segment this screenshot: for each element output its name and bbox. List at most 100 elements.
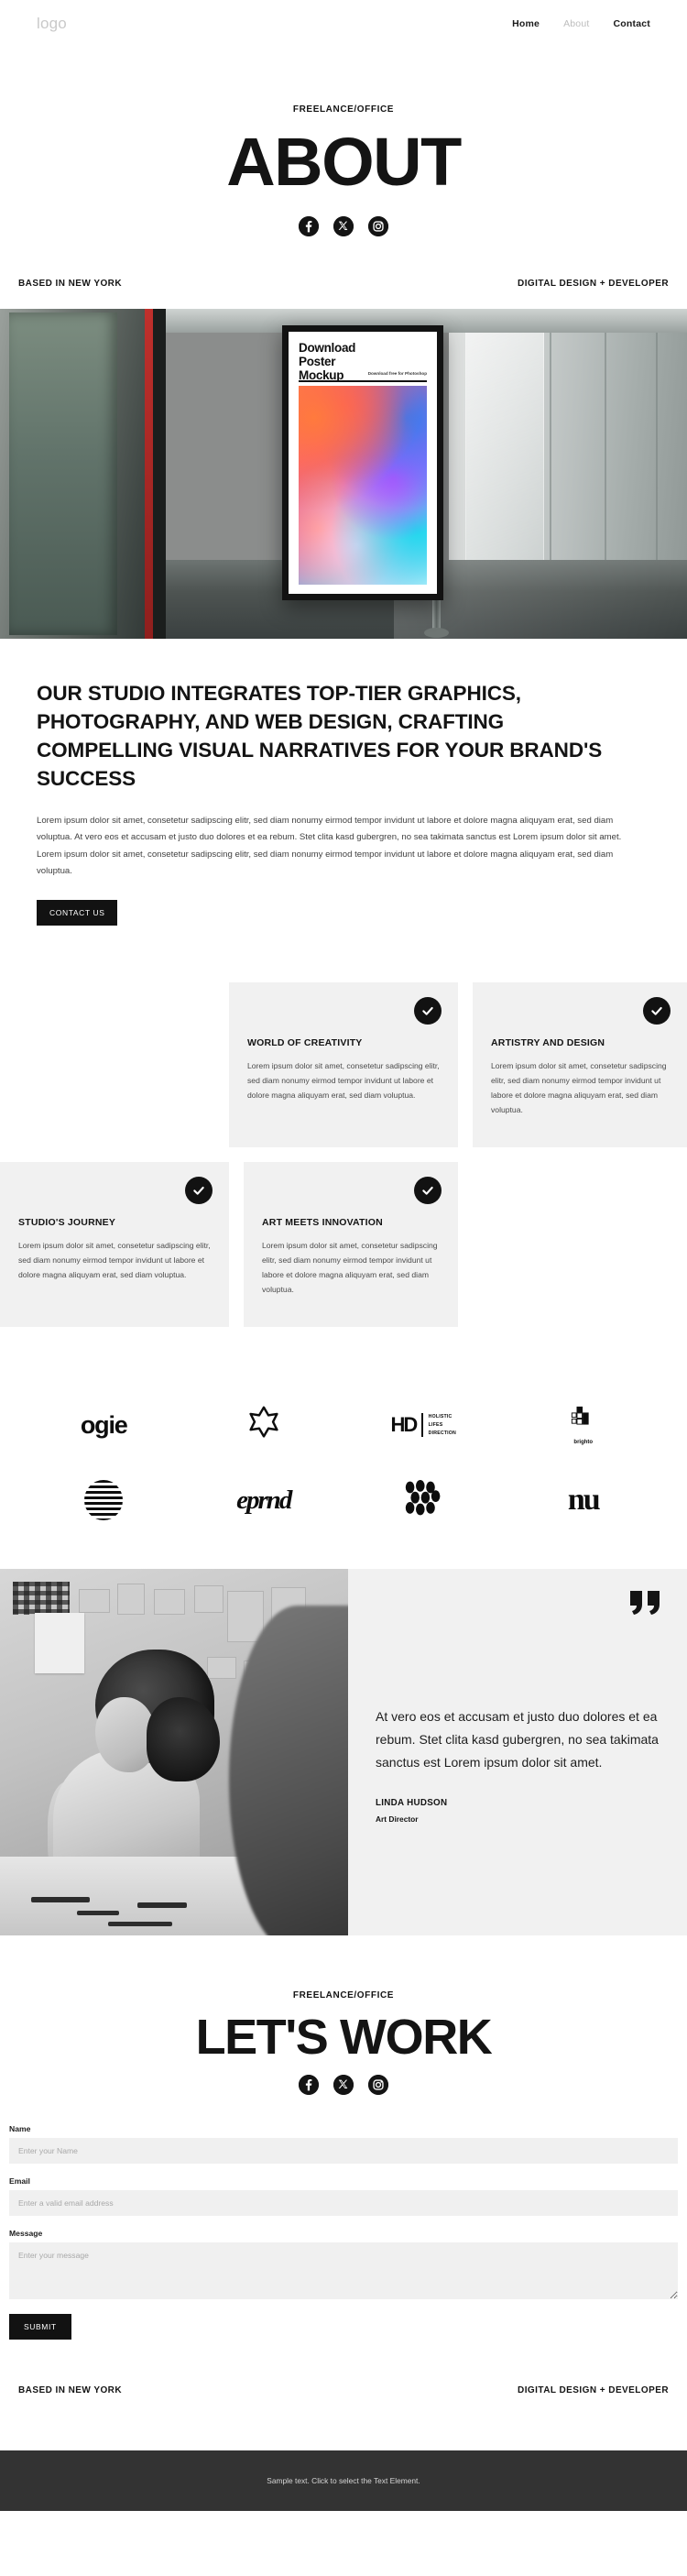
nu-logo: nu — [567, 1483, 601, 1518]
logo-item: nu — [504, 1466, 664, 1534]
testimonial-author-role: Art Director — [376, 1814, 419, 1824]
message-label: Message — [9, 2229, 43, 2239]
name-input[interactable] — [9, 2138, 678, 2165]
feature-card[interactable]: STUDIO'S JOURNEY Lorem ipsum dolor sit a… — [0, 1162, 229, 1328]
logo-item: eprnd — [184, 1466, 344, 1534]
banner-green-panel — [9, 312, 117, 635]
poster-mockup-frame: Download Poster Mockup Download free for… — [282, 324, 443, 600]
instagram-icon[interactable] — [368, 215, 388, 236]
feature-cards-section: WORLD OF CREATIVITY Lorem ipsum dolor si… — [0, 982, 687, 1328]
meta-discipline: DIGITAL DESIGN + DEVELOPER — [518, 278, 669, 289]
feature-card-title: WORLD OF CREATIVITY — [247, 1037, 363, 1049]
meta-location: BASED IN NEW YORK — [18, 278, 123, 289]
check-circle-icon — [414, 997, 442, 1025]
footer-bar: Sample text. Click to select the Text El… — [0, 2450, 687, 2512]
site-logo[interactable]: logo — [37, 15, 67, 33]
lets-work-section: FREELANCE/OFFICE LET'S WORK — [0, 1935, 687, 2104]
studio-heading: OUR STUDIO INTEGRATES TOP-TIER GRAPHICS,… — [37, 681, 603, 790]
testimonial-quote-card: At vero eos et accusam et justo duo dolo… — [348, 1569, 687, 1936]
lets-work-social-links — [0, 2075, 687, 2096]
studio-intro-section: OUR STUDIO INTEGRATES TOP-TIER GRAPHICS,… — [0, 639, 687, 926]
check-circle-icon — [185, 1177, 213, 1205]
quotation-mark-icon — [630, 1591, 661, 1616]
meta-bar-bottom: BASED IN NEW YORK DIGITAL DESIGN + DEVEL… — [0, 2340, 687, 2450]
feature-card-body: Lorem ipsum dolor sit amet, consetetur s… — [247, 1061, 440, 1101]
nav-item-about[interactable]: About — [563, 18, 589, 29]
nav-item-home[interactable]: Home — [512, 18, 540, 29]
feature-card-body: Lorem ipsum dolor sit amet, consetetur s… — [491, 1061, 667, 1114]
hd-tagline: HOLISTIC LIFES DIRECTION — [428, 1414, 456, 1436]
check-circle-icon — [643, 997, 671, 1025]
feature-card[interactable]: WORLD OF CREATIVITY Lorem ipsum dolor si… — [229, 982, 458, 1148]
testimonial-text: At vero eos et accusam et justo duo dolo… — [376, 1708, 659, 1770]
feature-card-title: ART MEETS INNOVATION — [262, 1217, 383, 1229]
page-title: ABOUT — [226, 124, 462, 200]
about-page: logo Home About Contact FREELANCE/OFFICE… — [0, 0, 687, 2512]
x-twitter-icon[interactable] — [333, 2075, 354, 2096]
hero-section: FREELANCE/OFFICE ABOUT — [0, 48, 687, 253]
hd-divider — [421, 1413, 423, 1438]
site-header: logo Home About Contact — [0, 0, 687, 48]
brighto-wordmark: brighto — [573, 1440, 594, 1446]
email-label: Email — [9, 2176, 30, 2187]
hero-social-links — [0, 215, 687, 236]
name-label: Name — [9, 2124, 31, 2134]
feature-card[interactable]: ART MEETS INNOVATION Lorem ipsum dolor s… — [244, 1162, 458, 1328]
poster-title-line1: Download — [299, 340, 356, 355]
client-logo-grid: ogie HD HOLISTIC LIFES DIRECTION brighto… — [0, 1369, 687, 1560]
lets-work-title: LET'S WORK — [195, 2010, 493, 2066]
banner-red-strip — [145, 308, 153, 639]
contact-form: Name Email Message SUBMIT — [0, 2104, 687, 2340]
logo-item: HD HOLISTIC LIFES DIRECTION — [344, 1391, 504, 1459]
logo-item: brighto — [504, 1391, 664, 1459]
feature-card-body: Lorem ipsum dolor sit amet, consetetur s… — [18, 1241, 211, 1280]
logo-item — [24, 1466, 184, 1534]
hero-eyebrow: FREELANCE/OFFICE — [292, 104, 395, 115]
brighto-blocks-icon — [570, 1405, 597, 1437]
banner-dark-strip — [153, 308, 166, 639]
logo-item: ogie — [24, 1391, 184, 1459]
submit-button[interactable]: SUBMIT — [9, 2314, 71, 2340]
check-circle-icon — [414, 1177, 442, 1205]
instagram-icon[interactable] — [368, 2075, 388, 2096]
testimonial-section: At vero eos et accusam et justo duo dolo… — [0, 1569, 687, 1936]
main-navigation: Home About Contact — [512, 18, 650, 29]
x-twitter-icon[interactable] — [333, 215, 354, 236]
message-field-group: Message — [9, 2229, 678, 2300]
hallway-billboard-image: Download Poster Mockup Download free for… — [0, 308, 687, 639]
feature-card[interactable]: ARTISTRY AND DESIGN Lorem ipsum dolor si… — [473, 982, 687, 1148]
footer-location: BASED IN NEW YORK — [18, 2385, 123, 2396]
footer-discipline: DIGITAL DESIGN + DEVELOPER — [518, 2385, 669, 2396]
feature-card-title: ARTISTRY AND DESIGN — [491, 1037, 605, 1049]
meta-bar-top: BASED IN NEW YORK DIGITAL DESIGN + DEVEL… — [0, 253, 687, 309]
facebook-icon[interactable] — [299, 215, 319, 236]
poster-gradient-art — [299, 386, 427, 585]
name-field-group: Name — [9, 2124, 678, 2165]
flower-mark-icon — [243, 1402, 285, 1449]
ogie-logo: ogie — [80, 1410, 128, 1439]
feature-card-title: STUDIO'S JOURNEY — [18, 1217, 116, 1229]
email-input[interactable] — [9, 2190, 678, 2217]
hd-monogram: HD — [390, 1413, 418, 1437]
eprnd-logo: eprnd — [236, 1485, 292, 1515]
striped-oval-mark-icon — [84, 1480, 124, 1521]
message-textarea[interactable] — [9, 2242, 678, 2300]
card-spacer — [458, 1162, 687, 1327]
designer-working-photo — [0, 1569, 348, 1936]
poster-divider — [299, 380, 427, 383]
poster-title-line2: Poster — [299, 354, 336, 368]
nav-item-contact[interactable]: Contact — [614, 18, 650, 29]
testimonial-author-name: LINDA HUDSON — [376, 1797, 448, 1808]
footer-sample-text[interactable]: Sample text. Click to select the Text El… — [267, 2476, 420, 2485]
feature-card-body: Lorem ipsum dolor sit amet, consetetur s… — [262, 1241, 438, 1294]
poster-subtitle: Download free for Photoshop — [367, 371, 427, 377]
card-spacer — [0, 982, 229, 1147]
email-field-group: Email — [9, 2176, 678, 2217]
logo-item — [344, 1466, 504, 1534]
contact-us-button[interactable]: CONTACT US — [37, 900, 118, 926]
studio-body: Lorem ipsum dolor sit amet, consetetur s… — [37, 815, 622, 876]
banner-glass-panel — [465, 324, 544, 600]
facebook-icon[interactable] — [299, 2075, 319, 2096]
dots-mark-icon — [401, 1479, 445, 1521]
lets-work-eyebrow: FREELANCE/OFFICE — [292, 1990, 395, 2001]
